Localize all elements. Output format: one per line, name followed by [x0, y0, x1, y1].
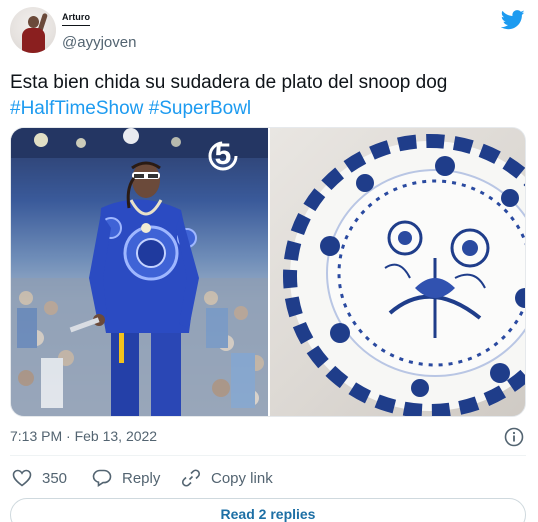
- reply-button[interactable]: Reply: [92, 467, 160, 489]
- tweet-media[interactable]: 5: [10, 127, 526, 417]
- read-replies-button[interactable]: Read 2 replies: [10, 498, 526, 522]
- hashtag-halftimeshow[interactable]: #HalfTimeShow: [10, 98, 143, 119]
- reply-label: Reply: [122, 469, 161, 487]
- copy-link-button[interactable]: Copy link: [181, 467, 273, 489]
- copy-link-label: Copy link: [211, 469, 273, 487]
- tweet-body: Esta bien chida su sudadera de plato del…: [10, 72, 448, 93]
- display-name[interactable]: Arturo: [62, 12, 90, 22]
- channel-5-logo-icon: [208, 141, 238, 171]
- read-replies-label: Read 2 replies: [220, 506, 316, 522]
- plate-illustration: [283, 134, 525, 416]
- link-icon: [181, 469, 201, 487]
- like-count: 350: [42, 469, 68, 487]
- avatar[interactable]: [10, 7, 56, 53]
- reply-bubble-icon: [92, 469, 112, 487]
- hashtag-superbowl[interactable]: #SuperBowl: [149, 98, 251, 119]
- heart-icon: [12, 469, 32, 487]
- info-icon[interactable]: [504, 427, 524, 447]
- display-name-underline: [62, 25, 90, 26]
- blue-onion-porcelain-plate-photo[interactable]: [270, 128, 525, 416]
- tweet-text: Esta bien chida su sudadera de plato del…: [10, 70, 530, 122]
- tweet-timestamp[interactable]: 7:13 PM · Feb 13, 2022: [10, 428, 157, 444]
- like-button[interactable]: 350: [12, 467, 67, 489]
- channel-logo: 5: [208, 138, 238, 172]
- concert-performer-photo[interactable]: 5: [11, 128, 268, 416]
- twitter-bird-icon[interactable]: [501, 10, 525, 30]
- tweet-card: Arturo @ayyjoven Esta bien chida su suda…: [0, 0, 538, 522]
- user-handle[interactable]: @ayyjoven: [62, 34, 136, 51]
- footer-divider: [10, 455, 526, 456]
